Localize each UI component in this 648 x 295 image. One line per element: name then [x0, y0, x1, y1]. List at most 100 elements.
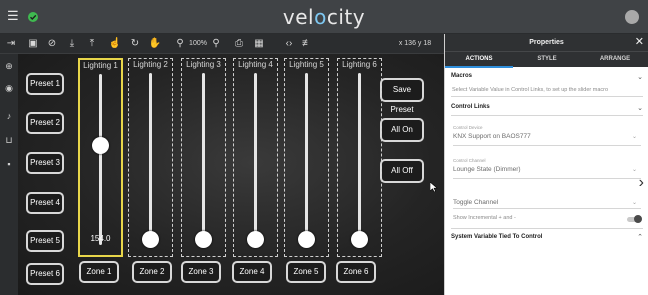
slider-thumb[interactable] — [142, 231, 159, 248]
field-underline — [453, 178, 641, 179]
download-icon[interactable]: ⤓ — [65, 37, 79, 51]
code-icon[interactable]: ‹› — [282, 37, 296, 51]
slider-thumb[interactable] — [92, 137, 109, 155]
slider-thumb[interactable] — [298, 231, 315, 248]
slider-title: Lighting 3 — [186, 60, 221, 69]
show-incremental-toggle[interactable] — [627, 215, 642, 223]
toggle-knob — [634, 215, 642, 223]
chevron-down-icon[interactable]: ⌄ — [632, 166, 637, 173]
record-icon[interactable]: ◉ — [3, 82, 15, 94]
chevron-down-icon[interactable]: ⌄ — [637, 104, 643, 112]
slider-track[interactable] — [202, 73, 205, 246]
mouse-cursor-icon — [429, 179, 438, 193]
action-button[interactable]: All Off — [380, 159, 424, 183]
preset-button[interactable]: Preset 2 — [26, 112, 64, 134]
chevron-down-icon[interactable]: ⌄ — [637, 73, 643, 81]
chevron-down-icon[interactable]: ⌄ — [632, 133, 637, 140]
editor-toolbar: ⇥ ▣ ⊘ ⤓ ⤒ ☝ ↻ ✋ ⚲ 100% ⚲ ⎙ ▦ ‹› ≢ x 136 … — [0, 34, 444, 54]
cursor-coordinates: x 136 y 18 — [398, 40, 432, 47]
zone-button[interactable]: Zone 1 — [79, 261, 119, 283]
macros-heading[interactable]: Macros — [451, 73, 472, 79]
system-variable-heading[interactable]: System Variable Tied To Control — [451, 234, 542, 240]
macros-note: Select Variable Value in Control Links, … — [452, 87, 609, 93]
lighting-slider[interactable]: Lighting 1 154.0 — [78, 58, 123, 257]
refresh-icon[interactable]: ↻ — [128, 37, 142, 51]
disable-icon[interactable]: ⊘ — [45, 37, 59, 51]
zone-button[interactable]: Zone 4 — [232, 261, 272, 283]
slider-track[interactable] — [99, 74, 102, 245]
control-channel-select[interactable]: Lounge State (Dimmer) — [453, 166, 521, 173]
slider-thumb[interactable] — [247, 231, 264, 248]
align-icon[interactable]: ≢ — [300, 37, 314, 51]
upload-icon[interactable]: ⤒ — [85, 37, 99, 51]
brand-suffix: city — [326, 5, 366, 29]
preset-button[interactable]: Preset 3 — [26, 152, 64, 174]
slider-title: Lighting 4 — [238, 60, 273, 69]
brand-prefix: vel — [282, 5, 315, 29]
slider-title: Lighting 5 — [289, 60, 324, 69]
preset-button[interactable]: Preset 1 — [26, 73, 64, 95]
chevron-down-icon[interactable]: ⌄ — [632, 199, 637, 206]
preset-button[interactable]: Preset 6 — [26, 263, 64, 285]
lighting-slider[interactable]: Lighting 3 — [181, 58, 226, 257]
properties-title: Properties — [529, 39, 564, 46]
tab-actions[interactable]: ACTIONS — [445, 52, 513, 68]
control-links-section: Control Links ⌄ Control Device KNX Suppo… — [445, 97, 648, 227]
zoom-in-icon[interactable]: ⚲ — [210, 37, 222, 51]
grid-icon[interactable]: ▦ — [252, 37, 266, 51]
properties-header: Properties ✕ — [445, 34, 648, 51]
zone-button[interactable]: Zone 6 — [336, 261, 376, 283]
chevron-right-icon[interactable]: › — [639, 174, 644, 192]
screen-icon[interactable]: ▣ — [26, 37, 40, 51]
preset-button[interactable]: Preset 5 — [26, 230, 64, 252]
properties-tabs: ACTIONS STYLE ARRANGE — [445, 51, 648, 68]
lighting-slider[interactable]: Lighting 5 — [284, 58, 329, 257]
close-icon[interactable]: ✕ — [635, 34, 644, 51]
slider-track[interactable] — [305, 73, 308, 246]
tab-arrange[interactable]: ARRANGE — [581, 52, 648, 68]
widgets-icon[interactable]: ▪ — [3, 158, 15, 170]
control-device-select[interactable]: KNX Support on BAOS777 — [453, 133, 531, 140]
design-canvas[interactable]: Preset 1 Preset 2 Preset 3 Preset 4 Preset 5… — [18, 54, 444, 295]
field-underline — [453, 145, 641, 146]
hand-tool-icon[interactable]: ✋ — [148, 37, 162, 51]
slider-thumb[interactable] — [351, 231, 368, 248]
lighting-slider[interactable]: Lighting 4 — [233, 58, 278, 257]
properties-panel: Properties ✕ ACTIONS STYLE ARRANGE Macro… — [444, 34, 648, 295]
divider — [451, 115, 643, 116]
slider-title: Lighting 1 — [83, 61, 118, 70]
control-device-label: Control Device — [453, 125, 483, 130]
tab-style[interactable]: STYLE — [513, 52, 581, 68]
slider-title: Lighting 2 — [133, 60, 168, 69]
collapse-panel-icon[interactable]: ⇥ — [4, 37, 18, 51]
brand-accent: o — [314, 5, 327, 29]
tray-icon[interactable]: ⊔ — [3, 134, 15, 146]
action-button[interactable]: Save Preset — [380, 78, 424, 114]
zoom-out-icon[interactable]: ⚲ — [174, 37, 186, 51]
add-icon[interactable]: ⊕ — [3, 60, 15, 72]
slider-track[interactable] — [149, 73, 152, 246]
lighting-slider[interactable]: Lighting 6 — [337, 58, 382, 257]
zone-button[interactable]: Zone 2 — [132, 261, 172, 283]
slider-track[interactable] — [358, 73, 361, 246]
slider-value: 154.0 — [90, 234, 111, 243]
zone-button[interactable]: Zone 5 — [286, 261, 326, 283]
slider-title: Lighting 6 — [342, 60, 377, 69]
velocity-editor: ☰ velocity ⇥ ▣ ⊘ ⤓ ⤒ ☝ ↻ ✋ ⚲ 100% ⚲ ⎙ ▦ … — [0, 0, 648, 295]
zone-button[interactable]: Zone 3 — [181, 261, 221, 283]
audio-icon[interactable]: ♪ — [3, 110, 15, 122]
app-header: ☰ velocity — [0, 0, 648, 34]
user-avatar[interactable] — [625, 10, 639, 24]
slider-thumb[interactable] — [195, 231, 212, 248]
chevron-up-icon[interactable]: ⌃ — [637, 233, 643, 241]
preset-button[interactable]: Preset 4 — [26, 192, 64, 214]
toggle-channel-select[interactable]: Toggle Channel — [453, 199, 498, 206]
control-channel-label: Control Channel — [453, 158, 486, 163]
zoom-level: 100% — [189, 40, 207, 47]
control-links-heading[interactable]: Control Links — [451, 104, 490, 110]
touch-icon[interactable]: ☝ — [108, 37, 122, 51]
slider-track[interactable] — [254, 73, 257, 246]
action-button[interactable]: All On — [380, 118, 424, 142]
lock-icon[interactable]: ⎙ — [232, 37, 246, 51]
lighting-slider[interactable]: Lighting 2 — [128, 58, 173, 257]
